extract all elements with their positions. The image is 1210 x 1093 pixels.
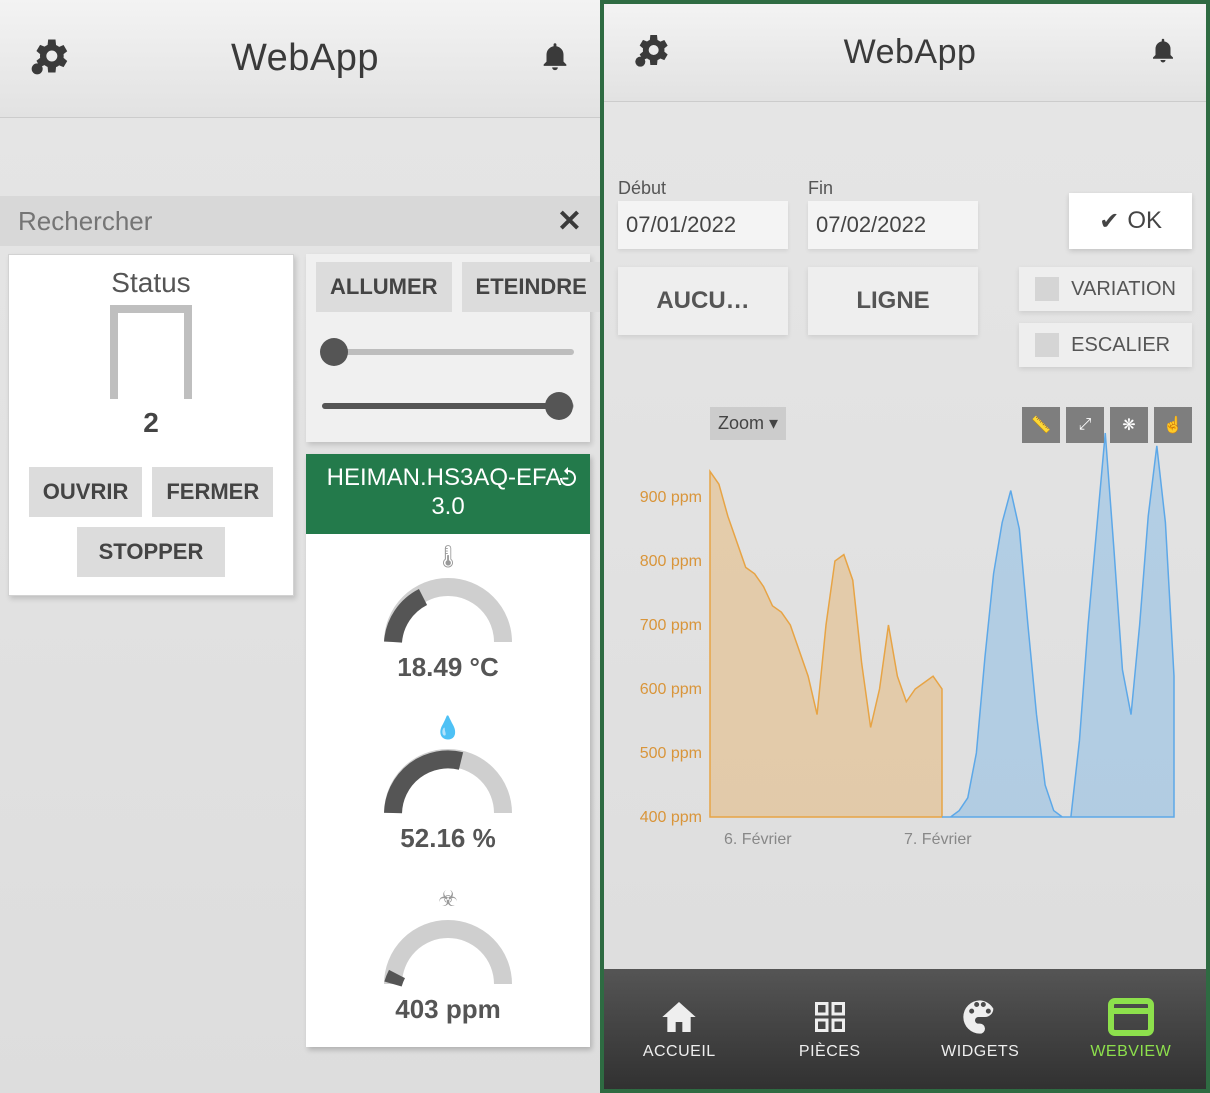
svg-text:700 ppm: 700 ppm (640, 617, 702, 634)
start-date-input[interactable] (618, 201, 788, 249)
top-bar: WebApp (604, 4, 1206, 102)
settings-icon[interactable] (28, 34, 72, 83)
escalier-checkbox[interactable]: ESCALIER (1019, 323, 1192, 367)
sensor-header: HEIMAN.HS3AQ-EFA-3.0 (306, 454, 590, 534)
webview-icon (1107, 997, 1155, 1037)
open-button[interactable]: OUVRIR (29, 467, 143, 517)
home-icon (659, 997, 699, 1037)
chart-area: Zoom ▾ 📏 ⤢ ❋ ☝ 900 ppm 800 ppm 700 ppm 600 … (614, 407, 1196, 847)
top-bar: WebApp (0, 0, 600, 118)
svg-text:400 ppm: 400 ppm (640, 809, 702, 826)
humidity-value: 52.16 % (306, 823, 590, 854)
close-icon[interactable]: ✕ (557, 204, 582, 239)
ok-button[interactable]: ✔ OK (1069, 193, 1192, 249)
app-title: WebApp (844, 33, 977, 72)
nav-rooms[interactable]: PIÈCES (755, 969, 906, 1089)
check-icon: ✔ (1099, 207, 1119, 236)
control-card: ALLUMER ETEINDRE (306, 254, 590, 442)
grid-icon (812, 997, 848, 1037)
x-tick-2: 7. Février (904, 831, 972, 849)
svg-text:600 ppm: 600 ppm (640, 681, 702, 698)
bottom-nav: ACCUEIL PIÈCES WIDGETS WEBVIEW (604, 969, 1206, 1089)
svg-text:900 ppm: 900 ppm (640, 489, 702, 506)
end-label: Fin (808, 178, 978, 199)
zoom-button[interactable]: Zoom ▾ (710, 407, 786, 440)
chart-type-line-button[interactable]: LIGNE (808, 267, 978, 335)
svg-text:800 ppm: 800 ppm (640, 553, 702, 570)
search-bar: ✕ (0, 196, 600, 246)
x-tick-1: 6. Février (724, 831, 792, 849)
biohazard-icon: ☣ (306, 886, 590, 912)
gauge-temperature: 🌡 18.49 °C (306, 534, 590, 705)
slider-1[interactable] (316, 338, 580, 366)
app-title: WebApp (231, 37, 379, 80)
notifications-icon[interactable] (1148, 35, 1178, 70)
hand-icon[interactable]: ☝ (1154, 407, 1192, 443)
close-button[interactable]: FERMER (152, 467, 273, 517)
search-input[interactable] (18, 206, 557, 237)
on-button[interactable]: ALLUMER (316, 262, 452, 312)
status-title: Status (111, 267, 190, 299)
gauge-humidity: 💧 52.16 % (306, 705, 590, 876)
thermometer-icon: 🌡 (306, 544, 590, 570)
stop-button[interactable]: STOPPER (77, 527, 226, 577)
expand-icon[interactable]: ⤢ (1066, 407, 1104, 443)
ruler-icon[interactable]: 📏 (1022, 407, 1060, 443)
end-date-input[interactable] (808, 201, 978, 249)
settings-icon[interactable] (632, 30, 672, 75)
humidity-icon: 💧 (306, 715, 590, 741)
temp-value: 18.49 °C (306, 652, 590, 683)
nav-widgets[interactable]: WIDGETS (905, 969, 1056, 1089)
nav-webview[interactable]: WEBVIEW (1056, 969, 1207, 1089)
status-card: Status 2 OUVRIR FERMER STOPPER (8, 254, 294, 596)
sparkle-icon[interactable]: ❋ (1110, 407, 1148, 443)
door-icon (110, 305, 192, 399)
date-range-row: Début Fin ✔ OK (604, 170, 1206, 249)
status-value: 2 (143, 407, 159, 439)
start-label: Début (618, 178, 788, 199)
sensor-card: HEIMAN.HS3AQ-EFA-3.0 🌡 18.49 °C 💧 52.16 … (306, 454, 590, 1047)
chart[interactable]: 900 ppm 800 ppm 700 ppm 600 ppm 500 ppm 400 p… (614, 417, 1184, 847)
svg-text:500 ppm: 500 ppm (640, 745, 702, 762)
sensor-name: HEIMAN.HS3AQ-EFA-3.0 (327, 464, 570, 520)
nav-home[interactable]: ACCUEIL (604, 969, 755, 1089)
co2-value: 403 ppm (306, 994, 590, 1025)
off-button[interactable]: ETEINDRE (462, 262, 601, 312)
notifications-icon[interactable] (538, 39, 572, 78)
refresh-icon[interactable] (556, 466, 580, 498)
variation-checkbox[interactable]: VARIATION (1019, 267, 1192, 311)
palette-icon (960, 997, 1000, 1037)
chart-type-none-button[interactable]: AUCU… (618, 267, 788, 335)
slider-2[interactable] (316, 392, 580, 420)
gauge-co2: ☣ 403 ppm (306, 876, 590, 1047)
